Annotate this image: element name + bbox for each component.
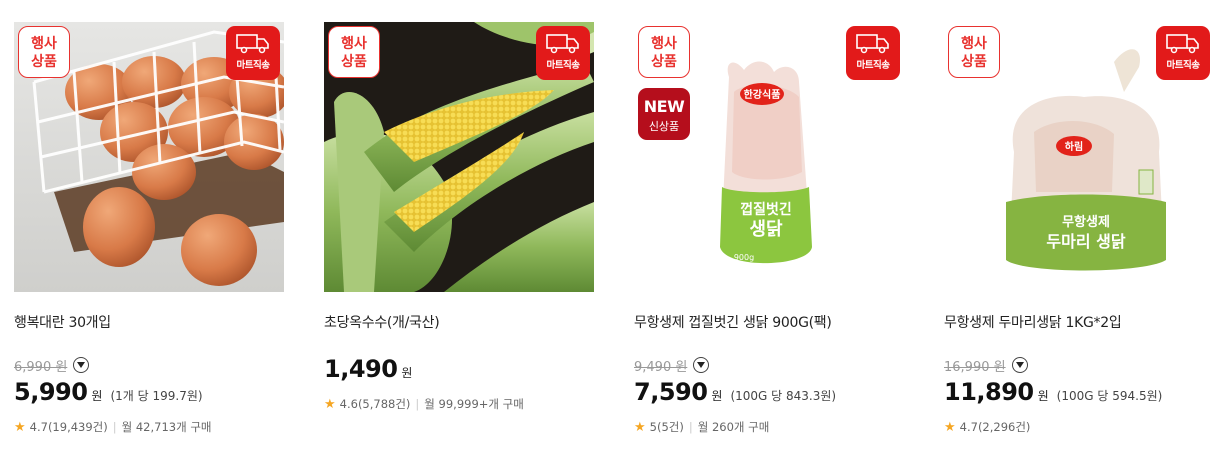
truck-icon	[546, 34, 579, 54]
sale-price: 7,590	[634, 378, 708, 406]
event-badge-line1: 행사	[341, 36, 367, 52]
chevron-down-icon[interactable]	[73, 357, 90, 373]
price-row: 11,890 원 (100G 당 594.5원)	[944, 378, 1162, 406]
event-product-badge: 행사 상품	[18, 26, 70, 78]
event-product-badge: 행사 상품	[328, 26, 380, 78]
product-name[interactable]: 무항생제 두마리생닭 1KG*2입	[944, 312, 1122, 332]
rating-row: ★ 4.7(19,439건) | 월 42,713개 구매	[14, 419, 212, 435]
event-badge-line1: 행사	[651, 36, 677, 52]
new-product-badge: NEW 신상품	[638, 88, 690, 140]
monthly-sales: 월 42,713개 구매	[121, 420, 212, 434]
package-weight: 900g	[734, 253, 754, 262]
event-product-badge: 행사 상품	[638, 26, 690, 78]
delivery-badge-label: 마트직송	[546, 60, 580, 71]
package-line1: 껍질벗긴	[740, 201, 792, 218]
event-badge-line2: 상품	[341, 54, 367, 70]
product-image[interactable]: 행사 상품 마트직송	[14, 22, 284, 292]
product-card[interactable]: 행사 상품 마트직송 행복대란 30개입 6,990 원 5,990 원 (1개…	[14, 22, 284, 435]
star-icon: ★	[324, 396, 336, 412]
original-price-row: 6,990 원	[14, 355, 90, 375]
package-line1: 무항생제	[1062, 214, 1110, 230]
package-brand: 한강식품	[744, 88, 781, 101]
product-image[interactable]: 하림 무항생제 두마리 생닭 행사 상품 마트직송	[944, 22, 1214, 292]
unit-price: (100G 당 843.3원)	[730, 389, 837, 403]
divider: |	[112, 420, 117, 434]
chevron-down-icon[interactable]	[1011, 357, 1028, 373]
star-icon: ★	[14, 419, 26, 435]
truck-icon	[856, 34, 889, 54]
price-row: 1,490 원	[324, 355, 412, 383]
price-row: 5,990 원 (1개 당 199.7원)	[14, 378, 203, 406]
chevron-down-icon[interactable]	[693, 357, 710, 373]
event-badge-line1: 행사	[31, 36, 57, 52]
product-name[interactable]: 초당옥수수(개/국산)	[324, 312, 440, 332]
product-image[interactable]: 한강식품 껍질벗긴 생닭 900g 행사 상품 NEW 신상품 마트직송	[634, 22, 904, 292]
delivery-badge-label: 마트직송	[856, 60, 890, 71]
monthly-sales: 월 99,999+개 구매	[424, 397, 524, 411]
unit-price: (100G 당 594.5원)	[1056, 389, 1163, 403]
product-image[interactable]: 행사 상품 마트직송	[324, 22, 594, 292]
mart-delivery-badge: 마트직송	[1156, 26, 1210, 80]
star-icon: ★	[634, 419, 646, 435]
mart-delivery-badge: 마트직송	[226, 26, 280, 80]
rating: 4.7(19,439건)	[29, 420, 108, 434]
rating-row: ★ 4.7(2,296건)	[944, 419, 1030, 435]
currency-label: 원	[401, 366, 413, 380]
currency-label: 원	[91, 389, 103, 403]
package-line2: 생닭	[749, 219, 783, 240]
sale-price: 11,890	[944, 378, 1034, 406]
product-card[interactable]: 행사 상품 마트직송 초당옥수수(개/국산) 1,490 원 ★ 4.6(5,7…	[324, 22, 594, 412]
rating: 4.7(2,296건)	[959, 420, 1031, 434]
mart-delivery-badge: 마트직송	[846, 26, 900, 80]
delivery-badge-label: 마트직송	[1166, 60, 1200, 71]
new-badge-label: NEW	[643, 97, 685, 116]
product-name[interactable]: 행복대란 30개입	[14, 312, 111, 332]
unit-price: (1개 당 199.7원)	[110, 389, 203, 403]
price-row: 7,590 원 (100G 당 843.3원)	[634, 378, 836, 406]
truck-icon	[1166, 34, 1199, 54]
product-name[interactable]: 무항생제 껍질벗긴 생닭 900G(팩)	[634, 312, 832, 332]
star-icon: ★	[944, 419, 956, 435]
new-badge-sublabel: 신상품	[648, 120, 680, 133]
package-brand: 하림	[1065, 140, 1083, 153]
sale-price: 1,490	[324, 355, 398, 383]
event-badge-line2: 상품	[961, 54, 987, 70]
original-price: 16,990 원	[944, 359, 1006, 375]
sale-price: 5,990	[14, 378, 88, 406]
currency-label: 원	[1037, 389, 1049, 403]
original-price-row: 9,490 원	[634, 355, 710, 375]
original-price: 6,990 원	[14, 359, 68, 375]
divider: |	[688, 420, 693, 434]
rating-row: ★ 4.6(5,788건) | 월 99,999+개 구매	[324, 396, 524, 412]
currency-label: 원	[711, 389, 723, 403]
original-price: 9,490 원	[634, 359, 688, 375]
rating-row: ★ 5(5건) | 월 260개 구매	[634, 419, 769, 435]
product-card[interactable]: 하림 무항생제 두마리 생닭 행사 상품 마트직송 무항생제 두마리생닭 1KG…	[944, 22, 1214, 435]
rating: 4.6(5,788건)	[339, 397, 411, 411]
package-line2: 두마리 생닭	[1046, 232, 1125, 251]
event-badge-line2: 상품	[651, 54, 677, 70]
event-badge-line1: 행사	[961, 36, 987, 52]
monthly-sales: 월 260개 구매	[697, 420, 770, 434]
delivery-badge-label: 마트직송	[236, 60, 270, 71]
product-card[interactable]: 한강식품 껍질벗긴 생닭 900g 행사 상품 NEW 신상품 마트직송 무항생…	[634, 22, 904, 435]
divider: |	[415, 397, 420, 411]
mart-delivery-badge: 마트직송	[536, 26, 590, 80]
event-product-badge: 행사 상품	[948, 26, 1000, 78]
original-price-row: 16,990 원	[944, 355, 1028, 375]
event-badge-line2: 상품	[31, 54, 57, 70]
truck-icon	[236, 34, 269, 54]
rating: 5(5건)	[649, 420, 684, 434]
